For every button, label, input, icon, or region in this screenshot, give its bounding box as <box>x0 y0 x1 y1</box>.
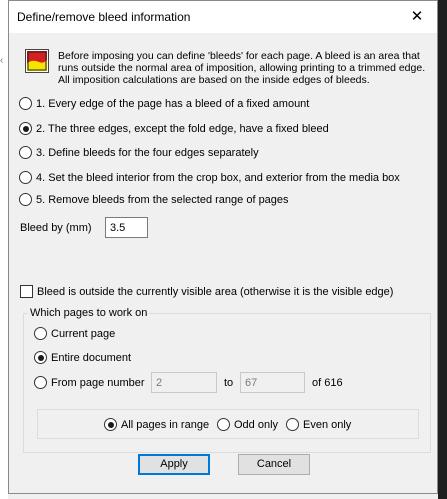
option-remove-bleeds[interactable]: 5. Remove bleeds from the selected range… <box>19 193 289 206</box>
option-3-label: 3. Define bleeds for the four edges sepa… <box>36 146 259 159</box>
to-page-input[interactable] <box>240 372 305 393</box>
option-4-radio[interactable] <box>19 171 32 184</box>
option-crop-media-box[interactable]: 4. Set the bleed interior from the crop … <box>19 171 400 184</box>
option-2-radio[interactable] <box>19 122 32 135</box>
even-only-option[interactable]: Even only <box>286 418 351 431</box>
option-three-edges[interactable]: 2. The three edges, except the fold edge… <box>19 122 329 135</box>
entire-document-label: Entire document <box>51 351 132 364</box>
background-window-left <box>0 0 8 499</box>
entire-document-radio[interactable] <box>34 351 47 364</box>
pages-group-title: Which pages to work on <box>28 307 150 319</box>
option-1-label: 1. Every edge of the page has a bleed of… <box>36 97 310 110</box>
all-pages-label: All pages in range <box>121 418 210 431</box>
bleed-outside-label: Bleed is outside the currently visible a… <box>37 285 394 298</box>
option-4-label: 4. Set the bleed interior from the crop … <box>36 171 400 184</box>
bleed-outside-checkbox-row[interactable]: Bleed is outside the currently visible a… <box>20 285 393 298</box>
odd-only-label: Odd only <box>234 418 279 431</box>
background-window-right <box>438 0 447 499</box>
info-text: Before imposing you can define 'bleeds' … <box>58 50 426 86</box>
even-only-radio[interactable] <box>286 418 299 431</box>
bleed-info-icon <box>25 49 49 73</box>
even-only-label: Even only <box>303 418 352 431</box>
bleed-by-input[interactable] <box>105 217 148 238</box>
entire-document-option[interactable]: Entire document <box>34 351 131 364</box>
bleed-outside-checkbox[interactable] <box>20 285 33 298</box>
odd-only-radio[interactable] <box>217 418 230 431</box>
title-bar: Define/remove bleed information ✕ <box>9 1 437 33</box>
option-5-radio[interactable] <box>19 193 32 206</box>
option-fixed-all-edges[interactable]: 1. Every edge of the page has a bleed of… <box>19 97 309 110</box>
option-3-radio[interactable] <box>19 146 32 159</box>
apply-button[interactable]: Apply <box>138 454 210 475</box>
option-5-label: 5. Remove bleeds from the selected range… <box>36 193 289 206</box>
chevron-left-icon: ‹ <box>0 55 4 66</box>
all-pages-option[interactable]: All pages in range <box>104 418 209 431</box>
from-page-number-label: From page number <box>51 376 145 389</box>
from-page-number-radio[interactable] <box>34 376 47 389</box>
current-page-radio[interactable] <box>34 327 47 340</box>
to-label: to <box>224 377 234 389</box>
bleed-by-label: Bleed by (mm) <box>20 222 92 234</box>
dialog-title: Define/remove bleed information <box>17 10 191 24</box>
odd-only-option[interactable]: Odd only <box>217 418 278 431</box>
from-page-number-option[interactable]: From page number <box>34 376 145 389</box>
cancel-button[interactable]: Cancel <box>238 454 310 475</box>
option-2-label: 2. The three edges, except the fold edge… <box>36 122 329 135</box>
option-four-edges[interactable]: 3. Define bleeds for the four edges sepa… <box>19 146 259 159</box>
current-page-option[interactable]: Current page <box>34 327 115 340</box>
all-pages-radio[interactable] <box>104 418 117 431</box>
bleed-dialog: Define/remove bleed information ✕ Before… <box>8 0 438 494</box>
from-page-input[interactable] <box>151 372 217 393</box>
page-total-label: of 616 <box>312 377 343 389</box>
close-icon[interactable]: ✕ <box>397 1 437 33</box>
current-page-label: Current page <box>51 327 116 340</box>
option-1-radio[interactable] <box>19 97 32 110</box>
